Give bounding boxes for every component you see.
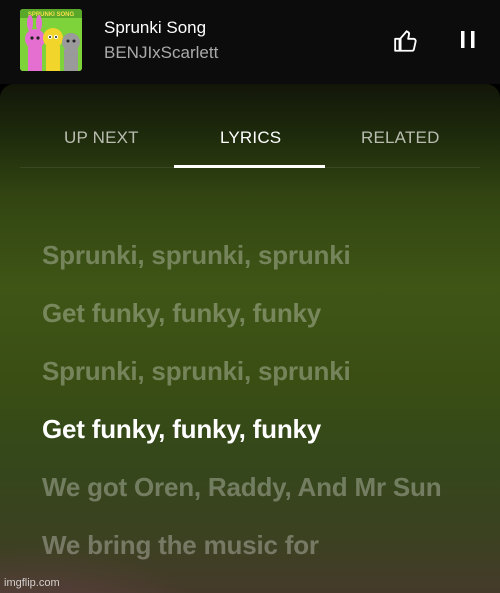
lyric-line-current[interactable]: Get funky, funky, funky [42,412,462,446]
lyric-line[interactable]: We bring the music for [42,528,462,562]
mini-player[interactable]: SPRUNKI SONG Sprunki Song BENJIxScarlett [0,0,500,84]
pause-icon [461,31,475,48]
lyric-line[interactable]: Sprunki, sprunki, sprunki [42,238,462,272]
tab-up-next[interactable]: UP NEXT [64,128,139,148]
tab-related[interactable]: RELATED [361,128,440,148]
track-artist: BENJIxScarlett [104,43,219,62]
like-button[interactable] [393,28,419,54]
thumbnail-title-text: SPRUNKI SONG [28,12,75,18]
tab-bar: UP NEXT LYRICS RELATED [0,84,500,168]
tab-lyrics[interactable]: LYRICS [220,128,281,148]
watermark-text: imgflip.com [4,577,60,589]
sprunki-characters-image: SPRUNKI SONG [20,9,82,71]
album-thumbnail[interactable]: SPRUNKI SONG [20,9,82,71]
lyric-line[interactable]: Get funky, funky, funky [42,296,462,330]
track-title: Sprunki Song [104,18,207,37]
lyric-line[interactable]: We got Oren, Raddy, And Mr Sun [42,470,462,504]
lyrics-list[interactable]: Sprunki, sprunki, sprunki Get funky, fun… [42,238,462,586]
lyrics-sheet: UP NEXT LYRICS RELATED Sprunki, sprunki,… [0,84,500,593]
pause-button[interactable] [458,30,478,50]
lyric-line[interactable]: Sprunki, sprunki, sprunki [42,354,462,388]
tab-divider [20,167,480,168]
thumbs-up-icon [394,30,417,52]
